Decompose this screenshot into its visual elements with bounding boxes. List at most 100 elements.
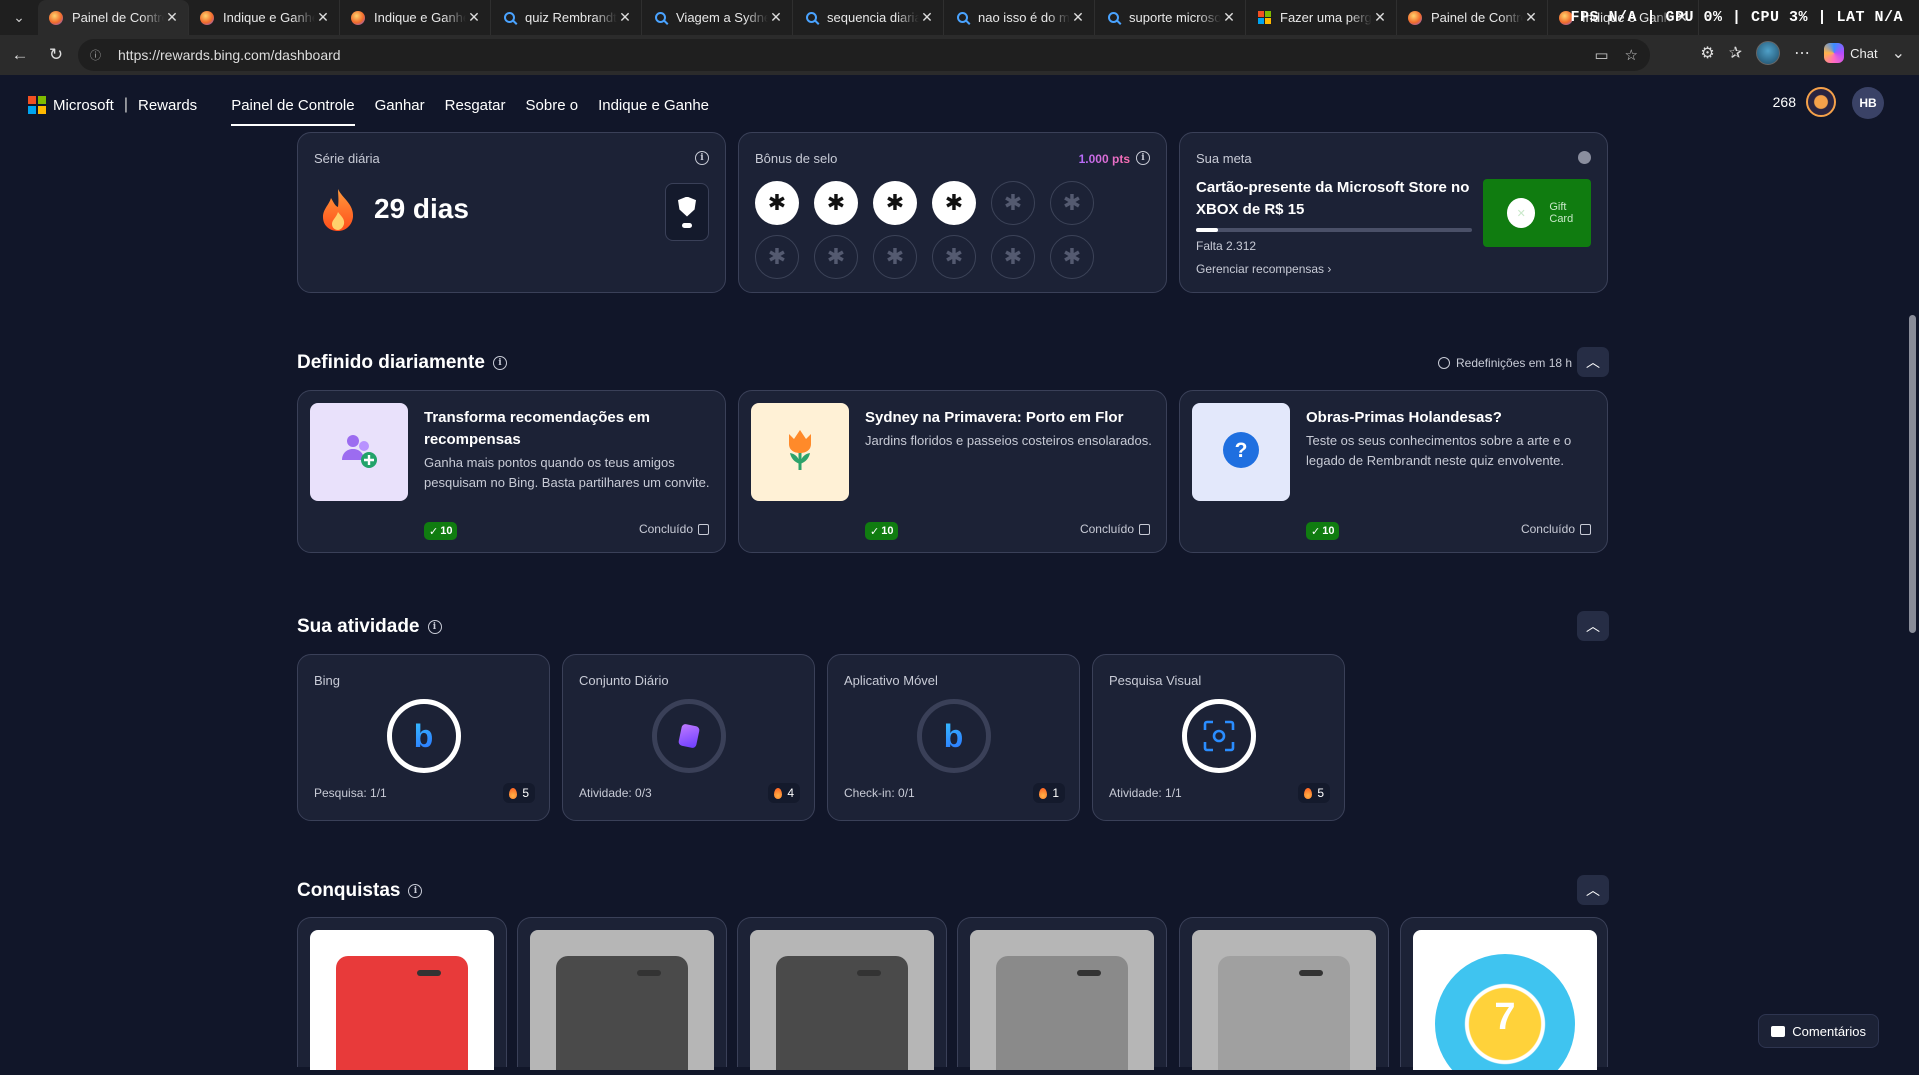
close-tab-icon[interactable]: ✕ (768, 9, 784, 26)
rewards-icon (200, 10, 214, 25)
activity-progress-ring: b (386, 699, 461, 773)
back-arrow-icon[interactable]: ← (2, 37, 38, 73)
points-balance[interactable]: 268 (1773, 94, 1796, 110)
seattle-skyline-badge-icon (996, 956, 1128, 1070)
copilot-chat-button[interactable]: Chat (1824, 43, 1878, 63)
achievement-card[interactable] (957, 917, 1167, 1070)
stamp-empty-icon: ✱ (814, 235, 858, 279)
completed-link[interactable]: Concluído (639, 522, 709, 536)
achievement-card[interactable] (517, 917, 727, 1070)
nav-refer[interactable]: Indique e Ganhe (598, 93, 709, 118)
avatar[interactable]: HB (1852, 87, 1884, 119)
nav-dashboard[interactable]: Painel de Controle (231, 93, 356, 126)
daily-set-card[interactable]: Sydney na Primavera: Porto em Flor Jardin… (738, 390, 1167, 553)
question-icon: ? (1221, 430, 1261, 475)
scrollbar-thumb[interactable] (1909, 315, 1916, 633)
favorite-star-icon[interactable]: ☆ (1625, 46, 1638, 64)
daily-set-collapse-button[interactable]: ︿ (1577, 347, 1609, 377)
flame-icon (1039, 787, 1048, 799)
rewards-dashboard: Microsoft | Rewards Painel de Controle G… (0, 75, 1906, 1075)
activity-progress-text: Check-in: 0/1 (844, 786, 915, 800)
nav-earn[interactable]: Ganhar (375, 93, 425, 118)
close-tab-icon[interactable]: ✕ (617, 9, 633, 26)
close-tab-icon[interactable]: ✕ (164, 9, 180, 26)
flame-icon (774, 787, 783, 799)
browser-tab[interactable]: sequencia diaria b✕ (793, 0, 944, 35)
speech-bubble-icon (1771, 1025, 1786, 1037)
manage-rewards-link[interactable]: Gerenciar recompensas › (1196, 262, 1331, 276)
microsoft-logo-badge-icon (1218, 956, 1350, 1070)
achievement-card[interactable] (1179, 917, 1389, 1070)
close-tab-icon[interactable]: ✕ (1523, 9, 1539, 26)
streak-protection-button[interactable] (665, 183, 709, 241)
browser-tab[interactable]: Fazer uma pergun✕ (1246, 0, 1397, 35)
completed-link[interactable]: Concluído (1521, 522, 1591, 536)
activity-label: Conjunto Diário (579, 673, 669, 688)
check-icon: ✓ (1311, 525, 1321, 538)
daily-set-card[interactable]: Transforma recomendações em recompensas G… (297, 390, 726, 553)
completed-link[interactable]: Concluído (1080, 522, 1150, 536)
activity-collapse-button[interactable]: ︿ (1577, 611, 1609, 641)
activity-card[interactable]: Conjunto Diário Atividade: 0/3 4 (562, 654, 815, 821)
achievement-card[interactable]: 7 (1400, 917, 1608, 1070)
achievements-title: Conquistas (297, 880, 401, 901)
daily-set-card[interactable]: ? Obras-Primas Holandesas? Teste os seus c… (1179, 390, 1608, 553)
favorites-icon[interactable]: ✰ (1729, 43, 1742, 63)
extensions-icon[interactable]: ⚙ (1700, 43, 1714, 63)
achievements-collapse-button[interactable]: ︿ (1577, 875, 1609, 905)
profile-globe-icon[interactable] (1756, 41, 1781, 65)
close-tab-icon[interactable]: ✕ (315, 9, 331, 26)
browser-tab[interactable]: suporte microsoft ✕ (1095, 0, 1246, 35)
rewards-brand[interactable]: Microsoft | Rewards (28, 96, 197, 114)
info-icon[interactable]: i (1136, 151, 1150, 165)
goal-settings-icon[interactable] (1578, 151, 1591, 164)
info-icon[interactable]: i (427, 620, 442, 634)
performance-overlay: FPS N/A | GPU 0% | CPU 3% | LAT N/A (1570, 9, 1903, 26)
close-tab-icon[interactable]: ✕ (919, 9, 935, 26)
tab-actions-chevron-icon[interactable]: ⌄ (0, 0, 38, 35)
achievement-image (970, 930, 1154, 1070)
stamp-earned-icon: ✱ (932, 181, 976, 225)
browser-tab[interactable]: Painel de Controle✕ (38, 0, 189, 35)
daily-card-description: Ganha mais pontos quando os teus amigos … (424, 455, 710, 490)
nav-redeem[interactable]: Resgatar (445, 93, 506, 118)
site-info-icon[interactable]: ⓘ (90, 47, 106, 63)
nav-about[interactable]: Sobre o (526, 93, 579, 118)
info-icon[interactable]: i (695, 151, 709, 165)
page-scrollbar[interactable] (1906, 75, 1919, 1075)
sidebar-chevron-icon[interactable]: ⌄ (1892, 43, 1905, 63)
achievement-card[interactable] (297, 917, 507, 1070)
points-value: 10 (1322, 525, 1335, 537)
shield-icon (678, 196, 696, 217)
refresh-icon[interactable]: ↻ (38, 37, 74, 73)
browser-tab[interactable]: quiz Rembrandt - ✕ (491, 0, 642, 35)
achievement-card[interactable] (737, 917, 947, 1070)
close-tab-icon[interactable]: ✕ (1372, 9, 1388, 26)
browser-tab[interactable]: Indique e Ganhe - ✕ (340, 0, 491, 35)
points-value: 10 (440, 525, 453, 537)
activity-card[interactable]: Bing b Pesquisa: 1/1 5 (297, 654, 550, 821)
browser-tab[interactable]: nao isso é do mic ✕ (944, 0, 1095, 35)
chip-8088-badge-icon (556, 956, 688, 1070)
xbox-gift-card-image[interactable]: ✕ Gift Card (1483, 179, 1591, 247)
close-tab-icon[interactable]: ✕ (1221, 9, 1237, 26)
flame-icon (323, 189, 354, 231)
browser-tab[interactable]: Viagem a Sydney ✕ (642, 0, 793, 35)
stamp-bonus-label: Bônus de selo (755, 151, 838, 166)
more-options-icon[interactable]: ⋯ (1794, 43, 1810, 63)
stamp-empty-icon: ✱ (755, 235, 799, 279)
feedback-button[interactable]: Comentários (1758, 1014, 1879, 1048)
info-icon[interactable]: i (492, 356, 507, 370)
close-tab-icon[interactable]: ✕ (1070, 9, 1086, 26)
reader-view-icon[interactable]: ▭ (1594, 46, 1608, 64)
browser-tab[interactable]: Painel de Control ✕ (1397, 0, 1548, 35)
close-tab-icon[interactable]: ✕ (466, 9, 482, 26)
address-bar[interactable]: ⓘ https://rewards.bing.com/dashboard ▭ ☆ (78, 39, 1650, 71)
info-icon[interactable]: i (408, 884, 423, 898)
stamp-earned-icon: ✱ (755, 181, 799, 225)
level-badge-icon[interactable] (1806, 87, 1836, 117)
activity-streak-badge: 5 (503, 783, 535, 803)
activity-card[interactable]: Aplicativo Móvel b Check-in: 0/1 1 (827, 654, 1080, 821)
browser-tab[interactable]: Indique e Ganhe - ✕ (189, 0, 340, 35)
activity-card[interactable]: Pesquisa Visual Atividade: 1/1 5 (1092, 654, 1345, 821)
